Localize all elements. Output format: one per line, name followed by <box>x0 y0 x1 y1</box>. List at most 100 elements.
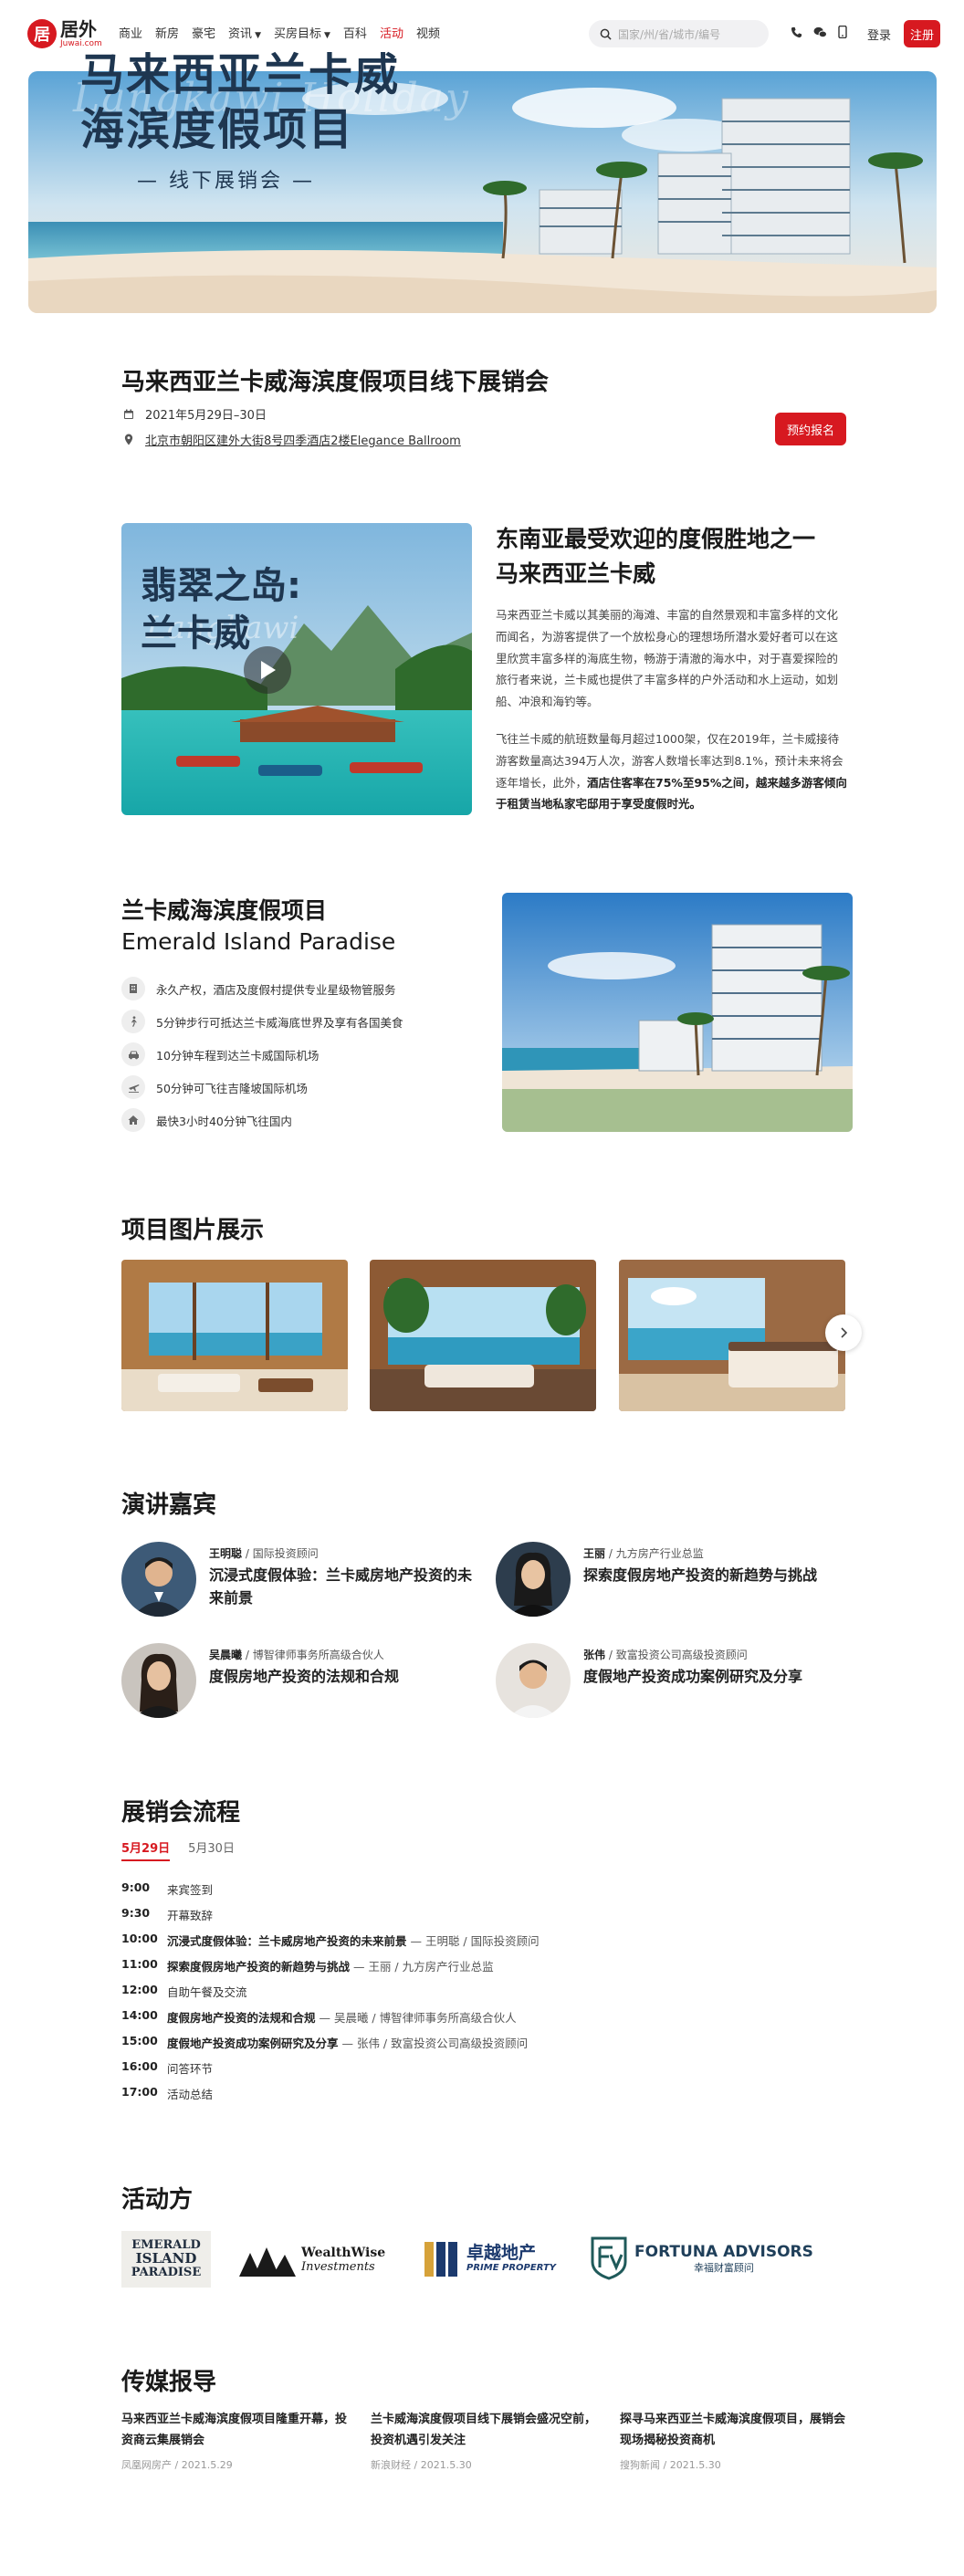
nav-link-luxury[interactable]: 豪宅 <box>192 24 215 41</box>
media-article[interactable]: 马来西亚兰卡威海滨度假项目隆重开幕，投资商云集展销会 凤凰网房产 / 2021.… <box>121 2410 350 2472</box>
schedule-talk: 度假地产投资成功案例研究及分享 <box>167 2037 339 2050</box>
intro-paragraph-1: 马来西亚兰卡威以其美丽的海滩、丰富的自然景观和丰富多样的文化而闻名，为游客提供了… <box>496 608 839 708</box>
site-logo[interactable]: 居 居外 Juwai.com <box>27 16 102 51</box>
feature-item: 最快3小时40分钟飞往国内 <box>121 1108 292 1132</box>
living-room-pool-image <box>121 1260 348 1411</box>
video-title: 翡翠之岛: 兰卡威 <box>141 562 301 657</box>
speaker-talk: 探索度假房地产投资的新趋势与挑战 <box>583 1566 818 1584</box>
schedule-item: 来宾签到 <box>167 1880 213 1898</box>
search-input[interactable]: 国家/州/省/城市/编号 <box>589 20 769 47</box>
gallery-photo-3[interactable] <box>619 1260 845 1411</box>
fortuna-shield-icon <box>591 2236 627 2280</box>
wealthwise-logo-icon <box>239 2247 296 2277</box>
feature-item: 永久产权，酒店及度假村提供专业星级物管服务 <box>121 977 396 1000</box>
speaker-card[interactable]: 王丽 / 九方房产行业总监 探索度假房地产投资的新趋势与挑战 <box>496 1542 848 1617</box>
sponsor-wealthwise[interactable]: WealthWise Investments <box>239 2244 385 2277</box>
media-title: 传媒报导 <box>121 2369 217 2396</box>
intro-heading-line1: 东南亚最受欢迎的度假胜地之一 <box>496 526 816 552</box>
schedule-item: 探索度假房地产投资的新趋势与挑战 — 王丽 / 九方房产行业总监 <box>167 1957 494 1974</box>
avatar <box>496 1542 571 1617</box>
nav-link-news[interactable]: 资讯 ▼ <box>228 24 261 41</box>
schedule-time: 15:00 <box>121 2034 158 2047</box>
media-article-title[interactable]: 兰卡威海滨度假项目线下展销会盛况空前，投资机遇引发关注 <box>371 2410 599 2452</box>
intro-heading-line2: 马来西亚兰卡威 <box>496 560 656 587</box>
schedule-time: 11:00 <box>121 1957 158 1971</box>
schedule-item: 度假房地产投资的法规和合规 — 吴晨曦 / 博智律师事务所高级合伙人 <box>167 2008 517 2026</box>
event-address-text[interactable]: 北京市朝阳区建外大街8号四季酒店2楼Elegance Ballroom <box>145 431 461 448</box>
speaker-role: 张伟 / 致富投资公司高级投资顾问 <box>583 1649 748 1661</box>
tab-may-30[interactable]: 5月30日 <box>188 1838 235 1861</box>
sponsor-prime-property[interactable]: 卓越地产 PRIME PROPERTY <box>423 2238 556 2278</box>
feature-item: 5分钟步行可抵达兰卡威海底世界及享有各国美食 <box>121 1010 403 1033</box>
nav-link-buying-goals[interactable]: 买房目标 ▼ <box>274 24 330 41</box>
schedule-time: 10:00 <box>121 1932 158 1945</box>
play-button[interactable] <box>244 646 291 694</box>
home-icon <box>121 1108 145 1132</box>
gallery-title: 项目图片展示 <box>121 1217 265 1244</box>
sponsor-emerald-island[interactable]: EMERALD ISLAND PARADISE <box>121 2231 211 2288</box>
media-article-meta: 新浪财经 / 2021.5.30 <box>371 2458 472 2471</box>
tab-may-29[interactable]: 5月29日 <box>121 1838 171 1861</box>
schedule-item: 问答环节 <box>167 2059 213 2077</box>
media-article-title[interactable]: 探寻马来西亚兰卡威海滨度假项目，展销会现场揭秘投资商机 <box>620 2410 848 2452</box>
schedule-talk: 沉浸式度假体验：兰卡威房地产投资的未来前景 <box>167 1934 407 1948</box>
schedule-speaker: — 王明聪 / 国际投资顾问 <box>406 1934 540 1948</box>
car-icon <box>121 1042 145 1066</box>
location-pin-icon <box>124 434 133 445</box>
nav-links: 商业 新房 豪宅 资讯 ▼ 买房目标 ▼ 百科 活动 视频 <box>119 24 440 41</box>
speaker-talk: 沉浸式度假体验：兰卡威房地产投资的未来前景 <box>209 1566 473 1607</box>
building-icon <box>121 977 145 1000</box>
project-title-cn: 兰卡威海滨度假项目 <box>121 897 328 924</box>
sponsor-line: PARADISE <box>131 2265 202 2279</box>
chevron-down-icon: ▼ <box>255 31 261 40</box>
media-article[interactable]: 兰卡威海滨度假项目线下展销会盛况空前，投资机遇引发关注 新浪财经 / 2021.… <box>371 2410 599 2472</box>
media-article-title[interactable]: 马来西亚兰卡威海滨度假项目隆重开幕，投资商云集展销会 <box>121 2410 350 2452</box>
sponsor-line: WealthWise <box>301 2246 386 2261</box>
schedule-talk: 探索度假房地产投资的新趋势与挑战 <box>167 1960 351 1974</box>
logo-mark-icon: 居 <box>27 19 57 48</box>
nav-link-wiki[interactable]: 百科 <box>343 24 367 41</box>
schedule-row: 15:00 度假地产投资成功案例研究及分享 — 张伟 / 致富投资公司高级投资顾问 <box>121 2034 528 2051</box>
schedule-item: 活动总结 <box>167 2085 213 2102</box>
phone-icon[interactable] <box>791 26 802 38</box>
feature-text: 50分钟可飞往吉隆坡国际机场 <box>156 1081 308 1095</box>
nav-link-new-homes[interactable]: 新房 <box>155 24 179 41</box>
media-article[interactable]: 探寻马来西亚兰卡威海滨度假项目，展销会现场揭秘投资商机 搜狗新闻 / 2021.… <box>620 2410 848 2472</box>
nav-link-events[interactable]: 活动 <box>380 24 403 41</box>
calendar-icon <box>124 409 133 419</box>
schedule-speaker: — 张伟 / 致富投资公司高级投资顾问 <box>338 2037 529 2050</box>
hero-title-line2: 海滨度假项目 <box>80 104 355 155</box>
schedule-item: 开幕致辞 <box>167 1906 213 1923</box>
feature-text: 5分钟步行可抵达兰卡威海底世界及享有各国美食 <box>156 1015 403 1030</box>
gallery-photo-1[interactable] <box>121 1260 348 1411</box>
register-button[interactable]: 注册 <box>904 20 940 47</box>
avatar <box>121 1643 196 1718</box>
schedule-speaker: — 王丽 / 九方房产行业总监 <box>350 1960 494 1974</box>
book-button[interactable]: 预约报名 <box>775 413 846 445</box>
schedule-text: 来宾签到 <box>167 1883 214 1897</box>
speaker-role: 吴晨曦 / 博智律师事务所高级合伙人 <box>209 1649 384 1661</box>
gallery-photo-2[interactable] <box>370 1260 596 1411</box>
hero-title: 马来西亚兰卡威 海滨度假项目 <box>80 47 400 157</box>
event-address[interactable]: 北京市朝阳区建外大街8号四季酒店2楼Elegance Ballroom <box>123 431 461 448</box>
schedule-talk: 度假房地产投资的法规和合规 <box>167 2011 316 2025</box>
feature-item: 10分钟车程到达兰卡威国际机场 <box>121 1042 319 1066</box>
event-date: 2021年5月29日–30日 <box>123 405 267 423</box>
chevron-down-icon: ▼ <box>324 31 330 40</box>
nav-link-videos[interactable]: 视频 <box>416 24 440 41</box>
speaker-card[interactable]: 张伟 / 致富投资公司高级投资顾问 度假地产投资成功案例研究及分享 <box>496 1643 848 1718</box>
sponsor-line: PRIME PROPERTY <box>466 2263 557 2274</box>
sponsor-line: FORTUNA ADVISORS <box>634 2242 813 2261</box>
schedule-row: 16:00 问答环节 <box>121 2059 213 2077</box>
schedule-row: 9:30 开幕致辞 <box>121 1906 213 1923</box>
mobile-icon[interactable] <box>838 26 847 38</box>
sponsor-line: 卓越地产 <box>466 2242 537 2263</box>
speaker-card[interactable]: 王明聪 / 国际投资顾问 沉浸式度假体验：兰卡威房地产投资的未来前景 <box>121 1542 474 1617</box>
nav-link-commercial[interactable]: 商业 <box>119 24 142 41</box>
login-link[interactable]: 登录 <box>867 26 891 43</box>
gallery-next-button[interactable] <box>825 1314 862 1351</box>
wechat-icon[interactable] <box>813 26 827 38</box>
schedule-row: 11:00 探索度假房地产投资的新趋势与挑战 — 王丽 / 九方房产行业总监 <box>121 1957 494 1974</box>
speaker-card[interactable]: 吴晨曦 / 博智律师事务所高级合伙人 度假房地产投资的法规和合规 <box>121 1643 474 1718</box>
sponsor-fortuna-advisors[interactable]: FORTUNA ADVISORS 幸福财富顾问 <box>591 2236 813 2280</box>
